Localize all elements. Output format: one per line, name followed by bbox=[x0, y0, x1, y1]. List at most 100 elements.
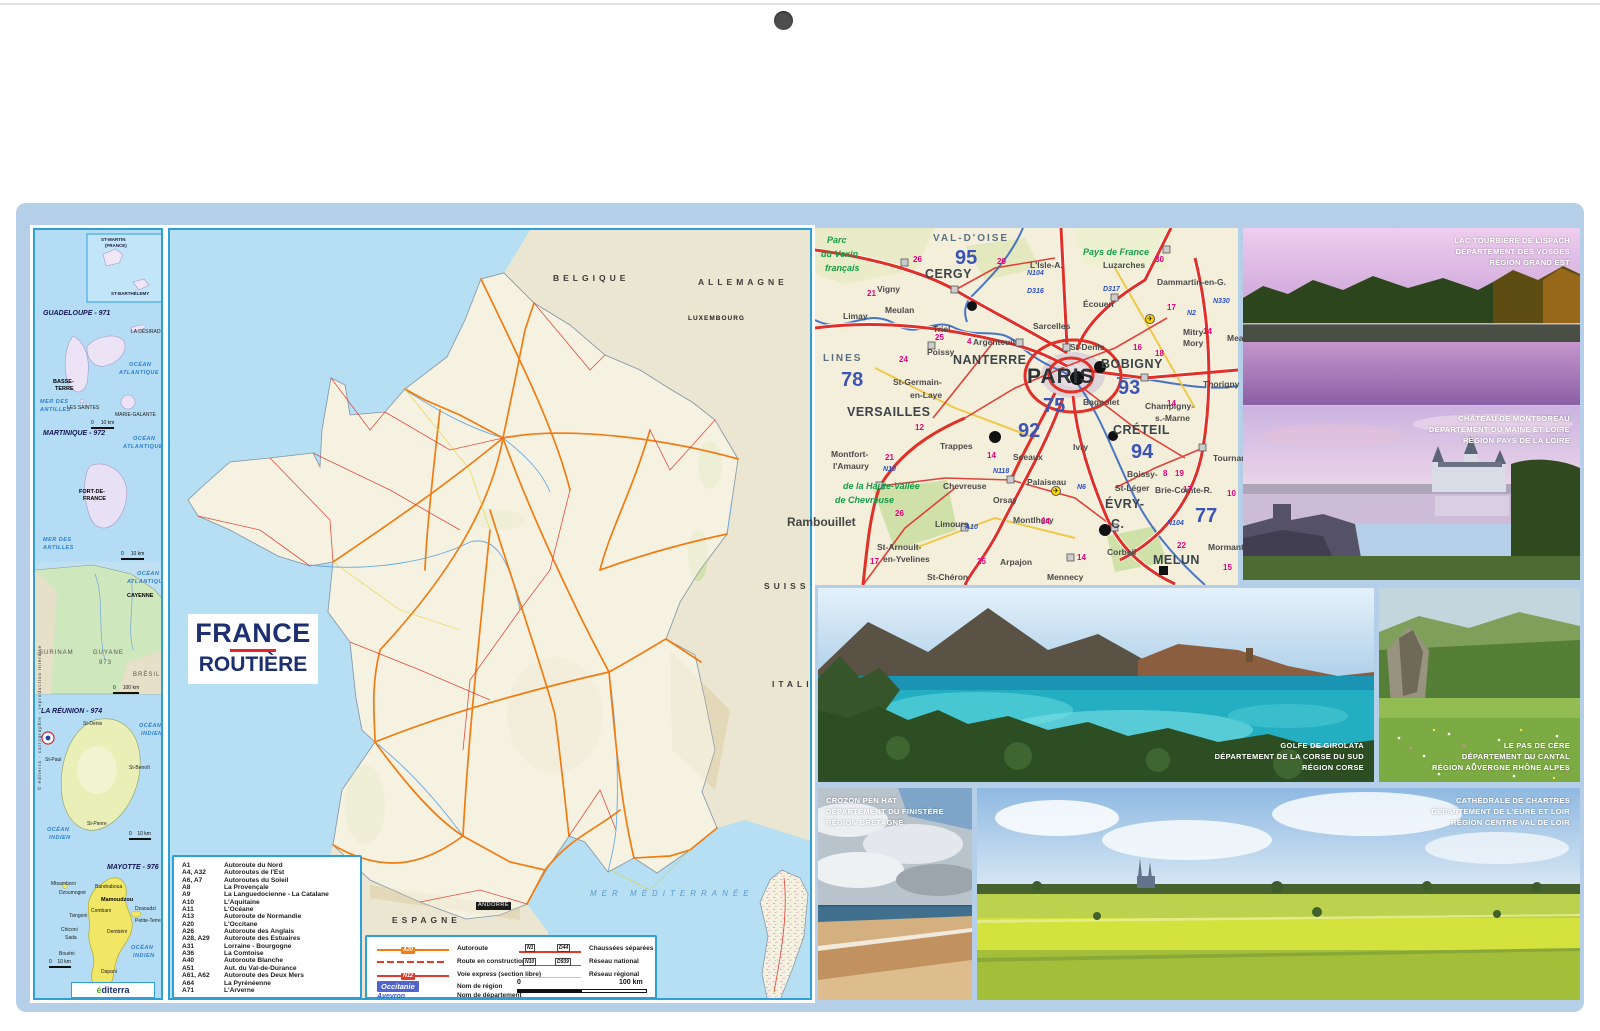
map-label: Argenteuil bbox=[973, 338, 1015, 347]
map-label: VAL-D'OISE bbox=[933, 234, 1009, 244]
map-label: C. bbox=[1111, 518, 1125, 531]
region-name-label: Nom de région bbox=[457, 983, 503, 990]
map-label: de la Haute-Vallée bbox=[843, 482, 920, 491]
map-symbols-legend: A20 Autoroute Route en construction N12 … bbox=[365, 935, 657, 999]
map-label: St-Benoît bbox=[129, 766, 150, 771]
map-label: SUISSE bbox=[764, 582, 812, 591]
dual-carriageway-label: Chaussées séparées bbox=[589, 945, 653, 952]
map-label: 24 bbox=[899, 356, 908, 364]
map-label: Écouen bbox=[1083, 300, 1114, 309]
autoroute-legend-rows: A1Autoroute du NordA4, A32Autoroutes de … bbox=[182, 862, 360, 994]
france-road-map: BELGIQUEALLEMAGNELUXEMBOURGSUISSEITALIEE… bbox=[168, 228, 812, 1000]
autoroute-legend-row: A40Autoroute Blanche bbox=[182, 957, 360, 964]
autoroute-legend-row: A1Autoroute du Nord bbox=[182, 862, 360, 869]
map-label: ÉVRY- bbox=[1105, 498, 1145, 511]
map-label: Meulan bbox=[885, 306, 914, 315]
map-label: Dapani bbox=[101, 970, 117, 975]
copyright-credit-vertical: © éditerra - cartographie - reproduction… bbox=[37, 645, 42, 790]
map-label: LES SAINTES bbox=[67, 406, 99, 411]
photo-caption: CHÂTEAU DE MONTSOREAUDÉPARTEMENT DU MAIN… bbox=[1429, 414, 1570, 447]
autoroute-legend-row: A31Lorraine - Bourgogne bbox=[182, 943, 360, 950]
autoroute-legend-row: A20L'Occitane bbox=[182, 921, 360, 928]
autoroute-legend-row: A36La Comtoise bbox=[182, 950, 360, 957]
map-label: N6 bbox=[1077, 484, 1086, 491]
map-label: BASSE- bbox=[53, 380, 74, 386]
map-label: 22 bbox=[1177, 542, 1186, 550]
map-label: Chiconi bbox=[61, 928, 78, 933]
autoroute-legend-row: A64La Pyrénéenne bbox=[182, 980, 360, 987]
map-label: Limours bbox=[935, 520, 969, 529]
map-label: ANTILLES bbox=[43, 546, 74, 552]
photo-golfe-girolata: GOLFE DE GIROLATADÉPARTEMENT DE LA CORSE… bbox=[818, 588, 1374, 782]
map-label: Montfort- bbox=[831, 450, 868, 459]
map-label: s.-Marne bbox=[1155, 414, 1190, 423]
map-label: MER MÉDITERRANÉE bbox=[590, 890, 754, 898]
map-label: 14 bbox=[1077, 554, 1086, 562]
map-label: 30 bbox=[1155, 256, 1164, 264]
map-label: 0 100 km bbox=[113, 686, 139, 694]
map-label: Sarcelles bbox=[1033, 322, 1070, 331]
map-label: en-Laye bbox=[910, 391, 942, 400]
map-label: Mamoudzou bbox=[101, 898, 133, 904]
map-title-line1: FRANCE bbox=[188, 620, 318, 647]
photo-caption: GOLFE DE GIROLATADÉPARTEMENT DE LA CORSE… bbox=[1215, 741, 1364, 774]
map-label: PARIS bbox=[1027, 366, 1095, 387]
map-label: Thorigny bbox=[1203, 380, 1239, 389]
map-label: 18 bbox=[1155, 350, 1164, 358]
map-label: CAYENNE bbox=[127, 594, 153, 600]
map-label: VERSAILLES bbox=[847, 406, 931, 419]
map-label: Parc bbox=[827, 236, 847, 245]
map-label: St-Denis bbox=[83, 722, 102, 727]
autoroute-legend-row: A26Autoroute des Anglais bbox=[182, 928, 360, 935]
road-number-tag: N1 bbox=[525, 944, 535, 952]
photo-crozon-pen-hat: CROZON PEN HATDÉPARTEMENT DU FINISTÈRERÉ… bbox=[818, 788, 972, 1000]
photo-pas-de-cere: LE PAS DE CÈREDÉPARTEMENT DU CANTALRÉGIO… bbox=[1379, 588, 1580, 782]
map-label: St-Pierre bbox=[87, 822, 107, 827]
page-top-rule bbox=[0, 3, 1600, 5]
map-label: 77 bbox=[1195, 506, 1217, 526]
map-label: BOBIGNY bbox=[1101, 358, 1163, 371]
map-label: 0 10 km bbox=[129, 832, 151, 840]
map-label: ST-BARTHÉLEMY bbox=[111, 292, 149, 297]
map-label: Ivry bbox=[1073, 443, 1088, 452]
sidebar-label-layer: ST-MARTIN(FRANCE)ST-BARTHÉLEMYGUADELOUPE… bbox=[35, 230, 163, 1000]
express-badge: N12 bbox=[401, 973, 415, 980]
map-label: CERGY bbox=[925, 268, 972, 281]
map-label: Luzarches bbox=[1103, 261, 1145, 270]
map-label: OCÉAN bbox=[133, 437, 155, 443]
map-label: FRANCE bbox=[83, 497, 106, 503]
map-label: Mennecy bbox=[1047, 573, 1083, 582]
map-label: 15 bbox=[1223, 564, 1232, 572]
map-label: 10 bbox=[1227, 490, 1236, 498]
map-label: St-Léger bbox=[1115, 484, 1149, 493]
map-label: 75 bbox=[1043, 396, 1065, 416]
map-label: 14 bbox=[987, 452, 996, 460]
autoroute-legend-row: A61, A62Autoroute des Deux Mers bbox=[182, 972, 360, 979]
map-label: Sada bbox=[65, 936, 77, 941]
map-label: MARTINIQUE - 972 bbox=[43, 430, 105, 437]
calendar-binding-hole bbox=[774, 11, 793, 30]
map-label: Dembéni bbox=[107, 930, 127, 935]
map-label: St-Arnoult- bbox=[877, 543, 921, 552]
map-label: St-Chéron bbox=[927, 573, 968, 582]
map-label: ITALIE bbox=[772, 680, 812, 689]
map-label: 14 bbox=[1203, 328, 1212, 336]
editerra-logo: éditerra bbox=[71, 982, 155, 998]
map-label: SURINAM bbox=[39, 650, 74, 656]
calendar-map-page: ST-MARTIN(FRANCE)ST-BARTHÉLEMYGUADELOUPE… bbox=[16, 203, 1584, 1012]
map-label: 17 bbox=[1183, 486, 1192, 494]
map-label: N104 bbox=[1167, 520, 1184, 527]
map-label: Rambouillet bbox=[787, 516, 856, 528]
autoroute-legend-row: A4, A32Autoroutes de l'Est bbox=[182, 869, 360, 876]
map-label: LINES bbox=[823, 354, 862, 364]
regional-network-sample bbox=[519, 977, 581, 978]
map-label: Bouéni bbox=[59, 952, 75, 957]
map-label: 95 bbox=[955, 248, 977, 268]
map-label: N104 bbox=[1027, 270, 1044, 277]
map-label: TERRE bbox=[55, 387, 74, 393]
map-label: CRÉTEIL bbox=[1113, 424, 1170, 437]
map-label: MARIE-GALANTE bbox=[115, 413, 156, 418]
map-label: Corbeil bbox=[1107, 548, 1136, 557]
map-label: LA DÉSIRADE bbox=[131, 330, 163, 335]
map-label: Dzoumogné bbox=[59, 891, 86, 896]
